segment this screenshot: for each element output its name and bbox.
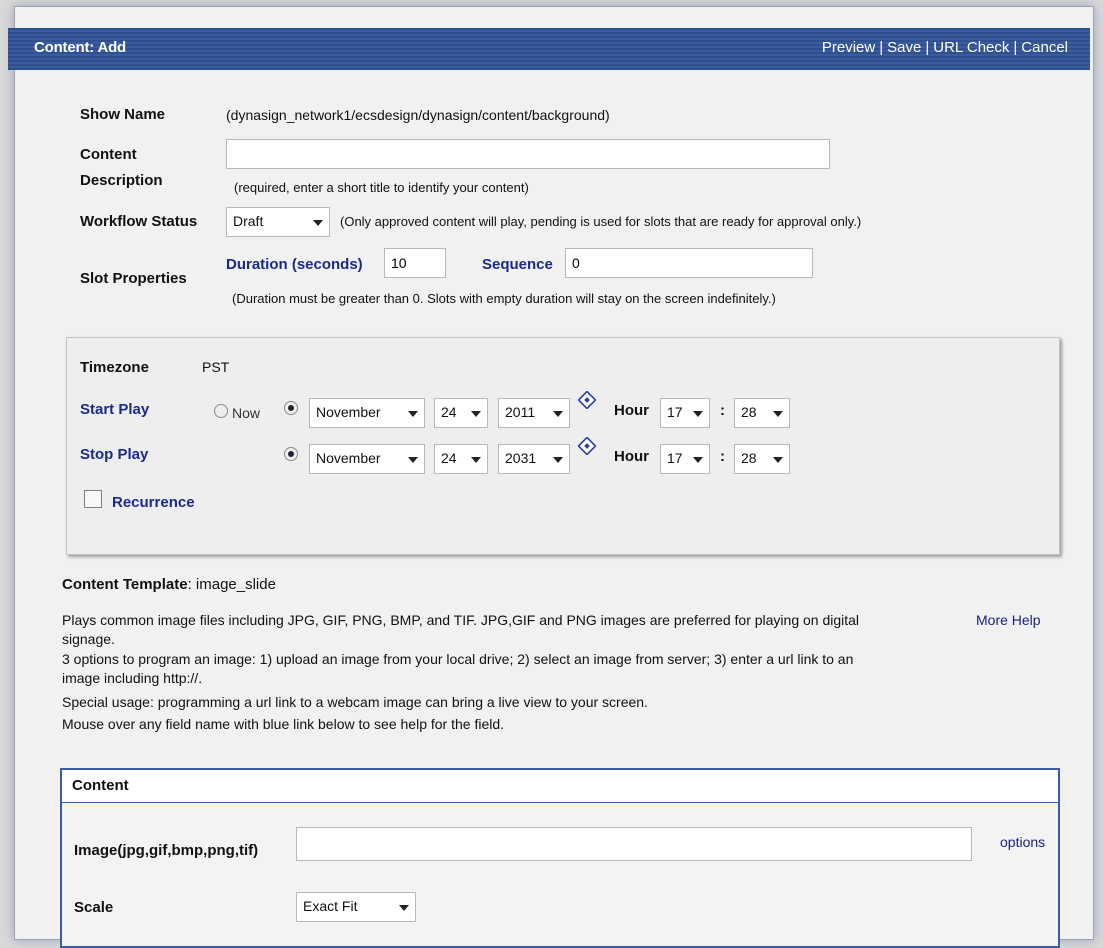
- start-month-value: November: [316, 404, 381, 420]
- sequence-input[interactable]: [565, 248, 813, 278]
- chevron-down-icon: [693, 411, 703, 417]
- chevron-down-icon: [773, 457, 783, 463]
- options-link[interactable]: options: [1000, 834, 1045, 850]
- start-play-label[interactable]: Start Play: [80, 401, 149, 418]
- chevron-down-icon: [408, 457, 418, 463]
- url-check-link[interactable]: URL Check: [933, 39, 1009, 56]
- stop-hour-label: Hour: [614, 448, 649, 465]
- duration-note: (Duration must be greater than 0. Slots …: [232, 291, 776, 306]
- start-year-value: 2011: [505, 404, 536, 420]
- separator: |: [879, 39, 884, 56]
- cancel-link[interactable]: Cancel: [1021, 39, 1068, 56]
- start-hour-select[interactable]: 17: [660, 398, 710, 428]
- stop-time-colon: :: [720, 448, 725, 465]
- template-desc-line6: Mouse over any field name with blue link…: [62, 716, 505, 732]
- save-link[interactable]: Save: [887, 39, 921, 56]
- start-month-select[interactable]: November: [309, 398, 425, 428]
- chevron-down-icon: [693, 457, 703, 463]
- scale-select[interactable]: Exact Fit: [296, 892, 416, 922]
- template-desc-line5: Special usage: programming a url link to…: [62, 694, 648, 710]
- start-day-value: 24: [441, 404, 457, 420]
- start-date-radio[interactable]: [284, 401, 298, 415]
- separator: |: [925, 39, 930, 56]
- chevron-down-icon: [471, 411, 481, 417]
- stop-date-radio[interactable]: [284, 447, 298, 461]
- content-template-line: Content Template: image_slide: [62, 576, 276, 593]
- title-bar: Content: Add Preview | Save | URL Check | Canc…: [8, 28, 1090, 70]
- content-template-label: Content Template: [62, 576, 188, 593]
- content-section-title: Content: [72, 777, 129, 794]
- calendar-icon[interactable]: [578, 391, 596, 409]
- stop-minute-value: 28: [741, 450, 757, 466]
- workflow-status-select[interactable]: Draft: [226, 207, 330, 237]
- timezone-label: Timezone: [80, 359, 149, 376]
- recurrence-checkbox[interactable]: [84, 490, 102, 508]
- stop-minute-select[interactable]: 28: [734, 444, 790, 474]
- more-help-link[interactable]: More Help: [976, 612, 1041, 628]
- chevron-down-icon: [408, 411, 418, 417]
- stop-year-value: 2031: [505, 450, 537, 466]
- chevron-down-icon: [773, 411, 783, 417]
- start-year-select[interactable]: 2011: [498, 398, 570, 428]
- duration-label[interactable]: Duration (seconds): [226, 256, 363, 273]
- workflow-status-label: Workflow Status: [80, 213, 198, 230]
- template-desc-line1: Plays common image files including JPG, …: [62, 612, 860, 628]
- chevron-down-icon: [553, 411, 563, 417]
- stop-day-value: 24: [441, 450, 457, 466]
- image-label: Image(jpg,gif,bmp,png,tif): [74, 842, 259, 859]
- content-description-input[interactable]: [226, 139, 830, 169]
- template-desc-line4: image including http://.: [62, 670, 203, 686]
- slot-properties-label: Slot Properties: [80, 270, 187, 287]
- content-description-note: (required, enter a short title to identi…: [234, 180, 529, 195]
- show-name-value: (dynasign_network1/ecsdesign/dynasign/co…: [226, 107, 610, 123]
- stop-year-select[interactable]: 2031: [498, 444, 570, 474]
- calendar-icon[interactable]: [578, 437, 596, 455]
- start-minute-select[interactable]: 28: [734, 398, 790, 428]
- start-now-radio[interactable]: [214, 404, 228, 418]
- start-hour-label: Hour: [614, 402, 649, 419]
- image-input[interactable]: [296, 827, 972, 861]
- chevron-down-icon: [553, 457, 563, 463]
- duration-input[interactable]: [384, 248, 446, 278]
- start-hour-value: 17: [667, 404, 683, 420]
- show-name-label: Show Name: [80, 106, 166, 123]
- chevron-down-icon: [471, 457, 481, 463]
- stop-day-select[interactable]: 24: [434, 444, 488, 474]
- start-day-select[interactable]: 24: [434, 398, 488, 428]
- content-section-header: Content: [62, 770, 1058, 803]
- content-description-label-line1: Content: [80, 146, 137, 163]
- template-desc-line2: signage.: [62, 631, 115, 647]
- start-time-colon: :: [720, 402, 725, 419]
- scale-selected: Exact Fit: [303, 898, 358, 914]
- header-actions: Preview | Save | URL Check | Cancel: [822, 39, 1068, 56]
- scale-label: Scale: [74, 899, 114, 916]
- separator: |: [1013, 39, 1018, 56]
- chevron-down-icon: [313, 220, 323, 226]
- workflow-status-note: (Only approved content will play, pendin…: [340, 214, 862, 229]
- stop-month-value: November: [316, 450, 381, 466]
- stop-month-select[interactable]: November: [309, 444, 425, 474]
- stop-hour-select[interactable]: 17: [660, 444, 710, 474]
- timezone-value: PST: [202, 359, 230, 375]
- template-desc-line3: 3 options to program an image: 1) upload…: [62, 651, 854, 667]
- chevron-down-icon: [399, 905, 409, 911]
- content-description-label-line2: Description: [80, 172, 163, 189]
- preview-link[interactable]: Preview: [822, 39, 875, 56]
- start-now-label: Now: [232, 405, 261, 421]
- recurrence-label[interactable]: Recurrence: [112, 494, 195, 511]
- stop-play-label[interactable]: Stop Play: [80, 446, 148, 463]
- content-template-name: : image_slide: [187, 576, 276, 593]
- stop-hour-value: 17: [667, 450, 683, 466]
- sequence-label[interactable]: Sequence: [482, 256, 553, 273]
- workflow-status-selected: Draft: [233, 213, 264, 229]
- start-minute-value: 28: [741, 404, 757, 420]
- page-title: Content: Add: [34, 39, 127, 56]
